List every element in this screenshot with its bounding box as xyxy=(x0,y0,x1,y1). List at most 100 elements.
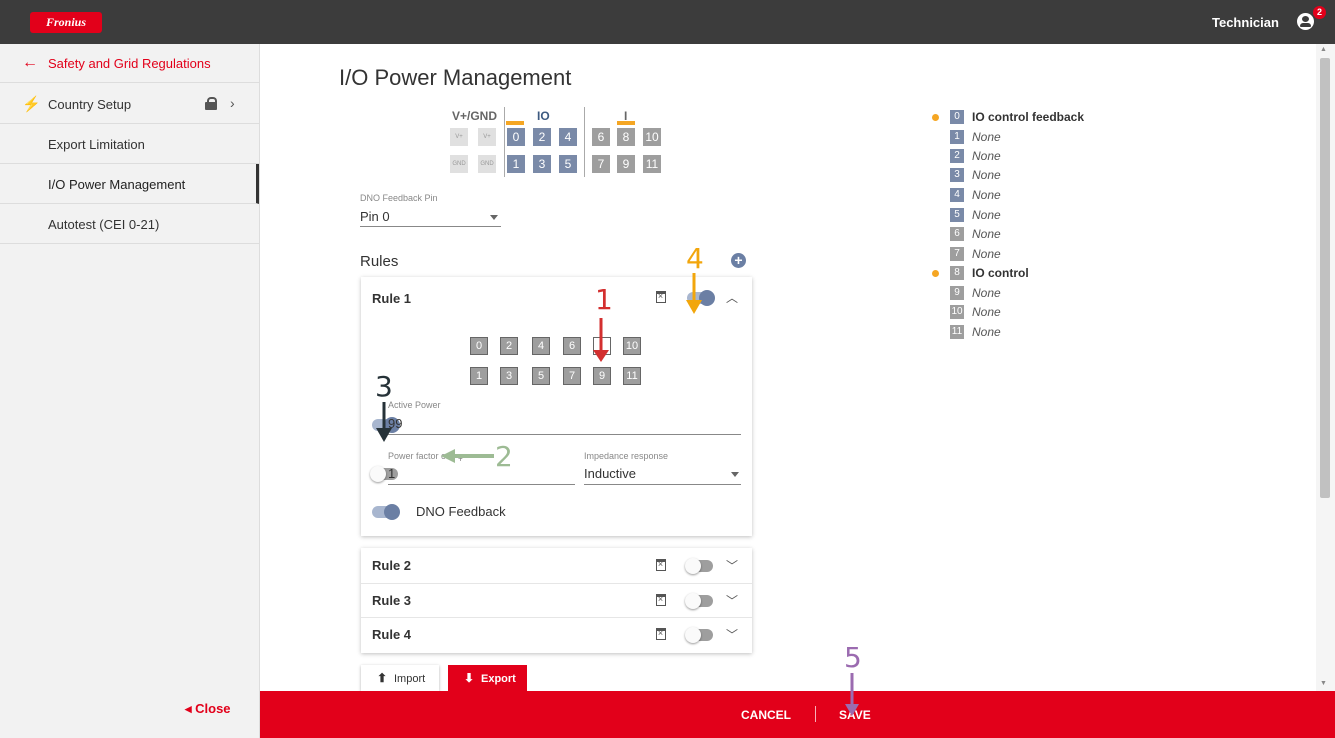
legend-text: None xyxy=(972,149,1001,163)
impedance-value: Inductive xyxy=(584,466,637,481)
pin-11[interactable]: 11 xyxy=(643,155,661,173)
legend-pin: 0 xyxy=(950,110,964,124)
legend-text: None xyxy=(972,305,1001,319)
pin-8-marker xyxy=(617,121,635,125)
rule-1-name[interactable]: Rule 1 xyxy=(372,291,411,306)
pin-1[interactable]: 1 xyxy=(507,155,525,173)
fronius-logo[interactable]: Fronius xyxy=(30,12,102,33)
power-factor-label: Power factor cos φ xyxy=(388,451,464,461)
pin-7[interactable]: 7 xyxy=(592,155,610,173)
back-link-label: Safety and Grid Regulations xyxy=(48,56,211,71)
rule-pin-2[interactable]: 2 xyxy=(500,337,518,355)
legend-text: IO control feedback xyxy=(972,110,1085,124)
sidebar: ← Safety and Grid Regulations ⚡ Country … xyxy=(0,44,260,738)
toggle-knob xyxy=(384,504,400,520)
upload-icon: ⬆ xyxy=(377,671,388,685)
power-factor-input[interactable]: 1 xyxy=(388,466,395,481)
rule-4-toggle[interactable] xyxy=(685,627,713,643)
pin-3[interactable]: 3 xyxy=(533,155,551,173)
impedance-label: Impedance response xyxy=(584,451,669,461)
export-label: Export xyxy=(481,673,516,685)
back-link[interactable]: ← Safety and Grid Regulations xyxy=(0,44,259,83)
export-button[interactable]: ⬇ Export xyxy=(448,665,527,691)
trash-icon[interactable] xyxy=(656,559,666,571)
import-button[interactable]: ⬆ Import xyxy=(361,665,439,691)
user-icon[interactable] xyxy=(1297,13,1314,30)
page-title: I/O Power Management xyxy=(339,65,572,90)
rule-3-toggle[interactable] xyxy=(685,593,713,609)
dno-feedback-toggle[interactable] xyxy=(372,504,400,520)
active-power-label: Active Power xyxy=(388,400,441,410)
pin-5[interactable]: 5 xyxy=(559,155,577,173)
toggle-knob xyxy=(370,466,386,482)
pin-gnd: GND xyxy=(450,155,468,173)
chevron-down-icon[interactable]: ﹀ xyxy=(726,557,738,574)
scroll-up-icon[interactable]: ▲ xyxy=(1320,46,1327,53)
pin-2[interactable]: 2 xyxy=(533,128,551,146)
trash-icon[interactable] xyxy=(656,291,666,303)
chevron-up-icon[interactable]: ︿ xyxy=(726,289,738,306)
rule-pin-10[interactable]: 10 xyxy=(623,337,641,355)
rule-pin-7[interactable]: 7 xyxy=(563,367,581,385)
sidebar-item-label: I/O Power Management xyxy=(48,177,186,192)
active-power-input[interactable]: 99 xyxy=(388,416,402,431)
rule-1-toggle[interactable] xyxy=(687,290,715,306)
arrow-left-icon: ← xyxy=(22,54,38,71)
rule-divider xyxy=(361,583,752,584)
dno-pin-label: DNO Feedback Pin xyxy=(360,193,438,203)
pin-separator xyxy=(584,107,585,177)
rule-pin-1[interactable]: 1 xyxy=(470,367,488,385)
annotation-number-2: 2 xyxy=(495,440,513,473)
trash-icon[interactable] xyxy=(656,594,666,606)
rule-2-toggle[interactable] xyxy=(685,558,713,574)
rule-pin-11[interactable]: 11 xyxy=(623,367,641,385)
pin-10[interactable]: 10 xyxy=(643,128,661,146)
pin-vplus: V+ xyxy=(450,128,468,146)
chevron-down-icon[interactable]: ﹀ xyxy=(726,626,738,643)
sidebar-item-label: Autotest (CEI 0-21) xyxy=(48,217,160,232)
rule-3-name[interactable]: Rule 3 xyxy=(372,593,411,608)
rule-pin-6[interactable]: 6 xyxy=(563,337,581,355)
legend-text: None xyxy=(972,188,1001,202)
rule-pin-5[interactable]: 5 xyxy=(532,367,550,385)
notification-badge: 2 xyxy=(1313,6,1326,19)
sidebar-item-country-setup[interactable]: ⚡ Country Setup › xyxy=(0,84,259,124)
pin-gnd: GND xyxy=(478,155,496,173)
sidebar-item-export-limitation[interactable]: Export Limitation xyxy=(0,124,259,164)
rule-pin-3[interactable]: 3 xyxy=(500,367,518,385)
scroll-down-icon[interactable]: ▼ xyxy=(1320,680,1327,687)
dno-pin-value: Pin 0 xyxy=(360,209,390,224)
pin-4[interactable]: 4 xyxy=(559,128,577,146)
user-name[interactable]: Technician xyxy=(1212,15,1279,30)
legend-text: None xyxy=(972,208,1001,222)
close-button[interactable]: ◂ Close xyxy=(185,701,231,717)
cancel-button[interactable]: CANCEL xyxy=(741,708,791,722)
rule-pin-9[interactable]: 9 xyxy=(593,367,611,385)
pin-9[interactable]: 9 xyxy=(617,155,635,173)
dno-feedback-label: DNO Feedback xyxy=(416,504,506,519)
trash-icon[interactable] xyxy=(656,628,666,640)
chevron-down-icon[interactable]: ﹀ xyxy=(726,592,738,609)
footer-separator xyxy=(815,706,816,722)
legend-text: None xyxy=(972,227,1001,241)
legend-pin: 1 xyxy=(950,130,964,144)
add-rule-button[interactable]: + xyxy=(731,253,746,268)
pin-head-io: IO xyxy=(537,109,550,123)
download-icon: ⬇ xyxy=(464,671,475,685)
rule-4-name[interactable]: Rule 4 xyxy=(372,627,411,642)
pin-8[interactable]: 8 xyxy=(617,128,635,146)
rule-pin-0[interactable]: 0 xyxy=(470,337,488,355)
legend-pin: 4 xyxy=(950,188,964,202)
legend-pin: 7 xyxy=(950,247,964,261)
sidebar-item-io-power-management[interactable]: I/O Power Management xyxy=(0,164,259,204)
sidebar-item-autotest[interactable]: Autotest (CEI 0-21) xyxy=(0,204,259,244)
annotation-number-1: 1 xyxy=(595,283,613,316)
pin-6[interactable]: 6 xyxy=(592,128,610,146)
legend-text: None xyxy=(972,286,1001,300)
rule-2-name[interactable]: Rule 2 xyxy=(372,558,411,573)
save-button[interactable]: SAVE xyxy=(839,708,871,722)
rule-pin-8[interactable]: 8 xyxy=(593,337,611,355)
scrollbar-thumb[interactable] xyxy=(1320,58,1330,498)
pin-0[interactable]: 0 xyxy=(507,128,525,146)
rule-pin-4[interactable]: 4 xyxy=(532,337,550,355)
